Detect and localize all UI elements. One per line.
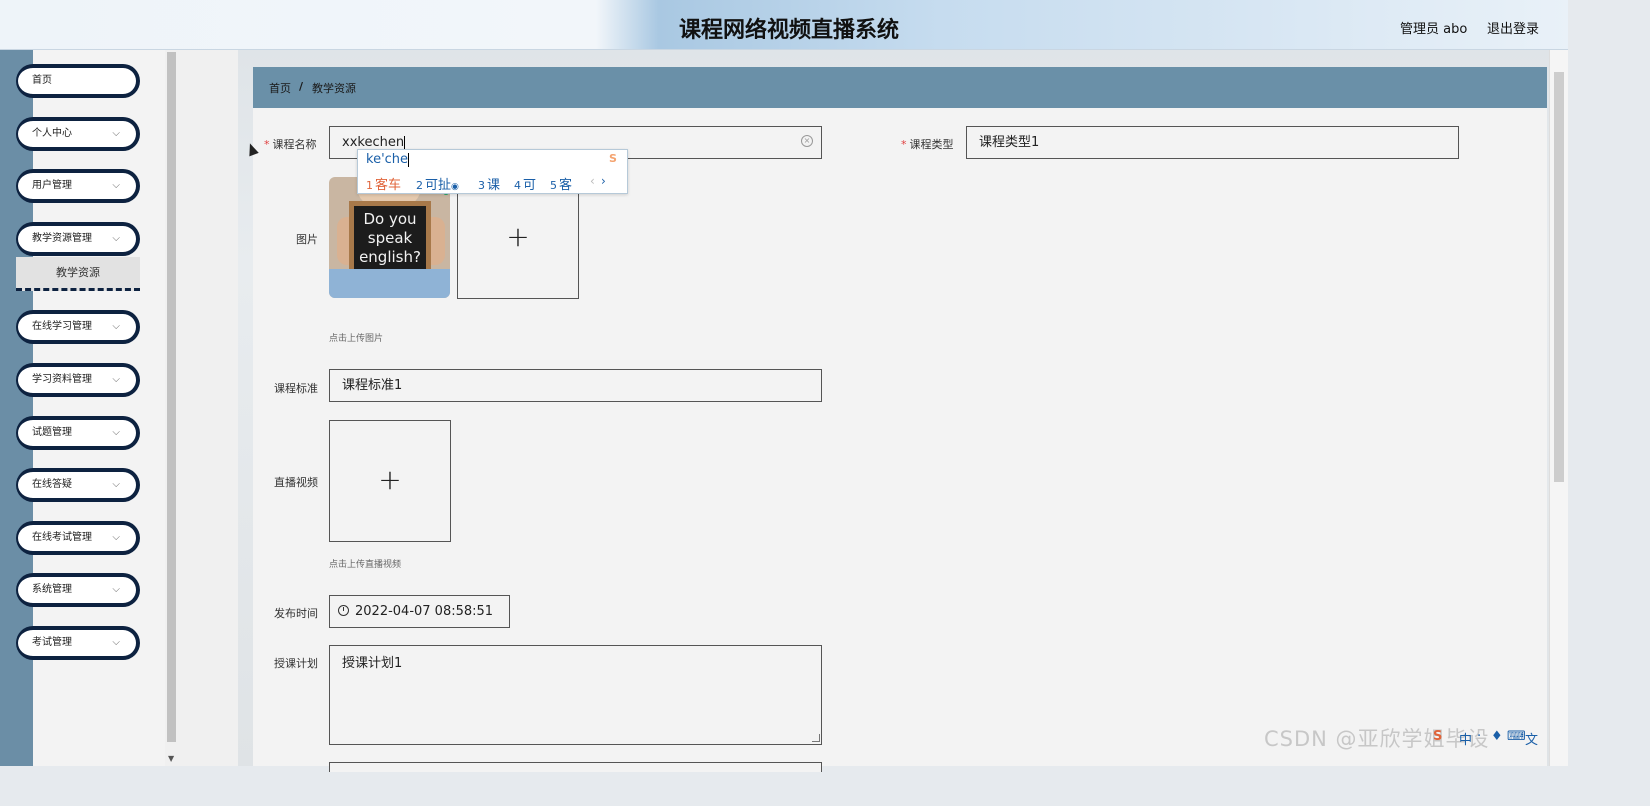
chevron-down-icon: ⌵ <box>112 479 120 490</box>
sidebar-item-questions[interactable]: 试题管理 ⌵ <box>16 416 140 450</box>
ime-pinyin: ke'che <box>366 152 410 167</box>
sidebar-item-label: 首页 <box>32 75 52 86</box>
chevron-down-icon: ⌵ <box>112 637 120 648</box>
course-standard-label: 课程标准 <box>274 382 318 395</box>
sidebar-subitem-teaching-resource[interactable]: 教学资源 <box>16 257 140 291</box>
live-video-label: 直播视频 <box>274 476 318 489</box>
ime-punct-icon[interactable]: · <box>1477 729 1481 744</box>
sidebar-item-label: 在线学习管理 <box>32 321 92 332</box>
ime-tray-logo-icon[interactable]: S <box>1433 729 1442 744</box>
required-mark: * <box>901 138 907 151</box>
chevron-down-icon: ⌵ <box>112 584 120 595</box>
course-type-label: * 课程类型 <box>901 138 954 151</box>
chevron-down-icon: ⌵ <box>112 128 120 139</box>
ime-candidate-popup: ke'che S 1 客车 2 可扯◉ 3课 4可 5客 ‹ › <box>357 149 628 194</box>
page-scrollbar-thumb[interactable] <box>1554 72 1564 482</box>
teaching-plan-textarea[interactable]: 授课计划1 <box>329 645 822 745</box>
app-title: 课程网络视频直播系统 <box>678 18 899 43</box>
image-board-text: Do you speak english? <box>349 201 431 274</box>
resize-handle-icon[interactable] <box>812 734 820 742</box>
sidebar-item-label: 教学资源管理 <box>32 233 92 244</box>
uploaded-image[interactable]: Do you speak english? <box>329 177 450 298</box>
chevron-down-icon: ⌵ <box>112 374 120 385</box>
sidebar-item-online-qa[interactable]: 在线答疑 ⌵ <box>16 468 140 502</box>
ime-eye-icon: ◉ <box>451 182 459 192</box>
required-mark: * <box>264 138 270 151</box>
video-upload-button[interactable]: + <box>329 420 451 542</box>
sidebar-item-home[interactable]: 首页 <box>16 64 140 98</box>
sidebar-scrollbar-thumb[interactable] <box>167 52 176 742</box>
logout-link[interactable]: 退出登录 <box>1487 18 1539 37</box>
sidebar-item-exam[interactable]: 考试管理 ⌵ <box>16 626 140 660</box>
publish-time-picker[interactable]: 2022-04-07 08:58:51 <box>329 595 510 628</box>
sidebar-item-personal-center[interactable]: 个人中心 ⌵ <box>16 117 140 151</box>
image-upload-hint: 点击上传图片 <box>329 334 384 344</box>
breadcrumb-home[interactable]: 首页 <box>269 80 291 96</box>
breadcrumb: 首页 / 教学资源 <box>253 67 1547 108</box>
sidebar-item-system[interactable]: 系统管理 ⌵ <box>16 573 140 607</box>
breadcrumb-separator: / <box>299 80 304 93</box>
chevron-down-icon: ⌵ <box>112 233 120 244</box>
ime-logo-icon: S <box>609 152 617 165</box>
ime-candidate[interactable]: 4可 <box>514 174 536 193</box>
ime-prev-icon[interactable]: ‹ <box>590 174 595 188</box>
sidebar-item-teaching-resources[interactable]: 教学资源管理 ⌵ <box>16 222 140 256</box>
sidebar-item-label: 在线考试管理 <box>32 532 92 543</box>
chevron-down-icon: ⌵ <box>112 427 120 438</box>
publish-time-label: 发布时间 <box>274 607 318 620</box>
chevron-down-icon: ⌵ <box>112 180 120 191</box>
next-field-partial[interactable] <box>329 762 822 772</box>
image-upload-button[interactable]: + <box>457 177 579 299</box>
course-type-select[interactable]: 课程类型1 <box>966 126 1459 159</box>
image-label: 图片 <box>296 233 318 246</box>
sidebar-item-study-materials[interactable]: 学习资料管理 ⌵ <box>16 363 140 397</box>
sidebar-item-user-management[interactable]: 用户管理 ⌵ <box>16 169 140 203</box>
ime-candidate[interactable]: 3课 <box>478 174 500 193</box>
page-scrollbar[interactable] <box>1549 50 1568 766</box>
top-bar: 课程网络视频直播系统 管理员 abo 退出登录 <box>0 0 1568 50</box>
ime-mode-icon[interactable]: 文 <box>1525 729 1538 748</box>
ime-candidate[interactable]: 2 可扯◉ <box>416 174 459 193</box>
sidebar-item-label: 个人中心 <box>32 128 72 139</box>
sidebar-item-online-learning[interactable]: 在线学习管理 ⌵ <box>16 310 140 344</box>
sidebar-item-label: 试题管理 <box>32 427 72 438</box>
sidebar-item-label: 用户管理 <box>32 180 72 191</box>
sidebar-item-label: 系统管理 <box>32 584 72 595</box>
teaching-plan-label: 授课计划 <box>274 657 318 670</box>
ime-next-icon[interactable]: › <box>601 174 606 188</box>
chevron-down-icon: ⌵ <box>112 321 120 332</box>
ime-lang-toggle[interactable]: 中 <box>1459 729 1472 748</box>
current-user: 管理员 abo <box>1400 22 1468 37</box>
ime-toolbar: S 中 · ♦ ⌨ 文 <box>1433 729 1568 751</box>
ime-skin-icon[interactable]: ♦ <box>1491 729 1503 744</box>
chevron-down-icon: ⌵ <box>112 532 120 543</box>
ime-candidate[interactable]: 5客 <box>550 174 572 193</box>
breadcrumb-current: 教学资源 <box>312 82 356 95</box>
sidebar-item-label: 考试管理 <box>32 637 72 648</box>
course-name-label: * 课程名称 <box>264 138 317 151</box>
ime-candidate[interactable]: 1 客车 <box>366 174 401 193</box>
video-upload-hint: 点击上传直播视频 <box>329 560 402 570</box>
content-gutter <box>178 50 238 766</box>
scroll-down-arrow-icon[interactable]: ▼ <box>168 754 174 763</box>
clock-icon <box>338 605 349 616</box>
sidebar-item-online-exam[interactable]: 在线考试管理 ⌵ <box>16 521 140 555</box>
ime-keyboard-icon[interactable]: ⌨ <box>1507 729 1526 744</box>
clear-icon[interactable]: × <box>801 135 813 147</box>
sidebar-item-label: 学习资料管理 <box>32 374 92 385</box>
course-standard-input[interactable]: 课程标准1 <box>329 369 822 402</box>
sidebar-item-label: 在线答疑 <box>32 479 72 490</box>
